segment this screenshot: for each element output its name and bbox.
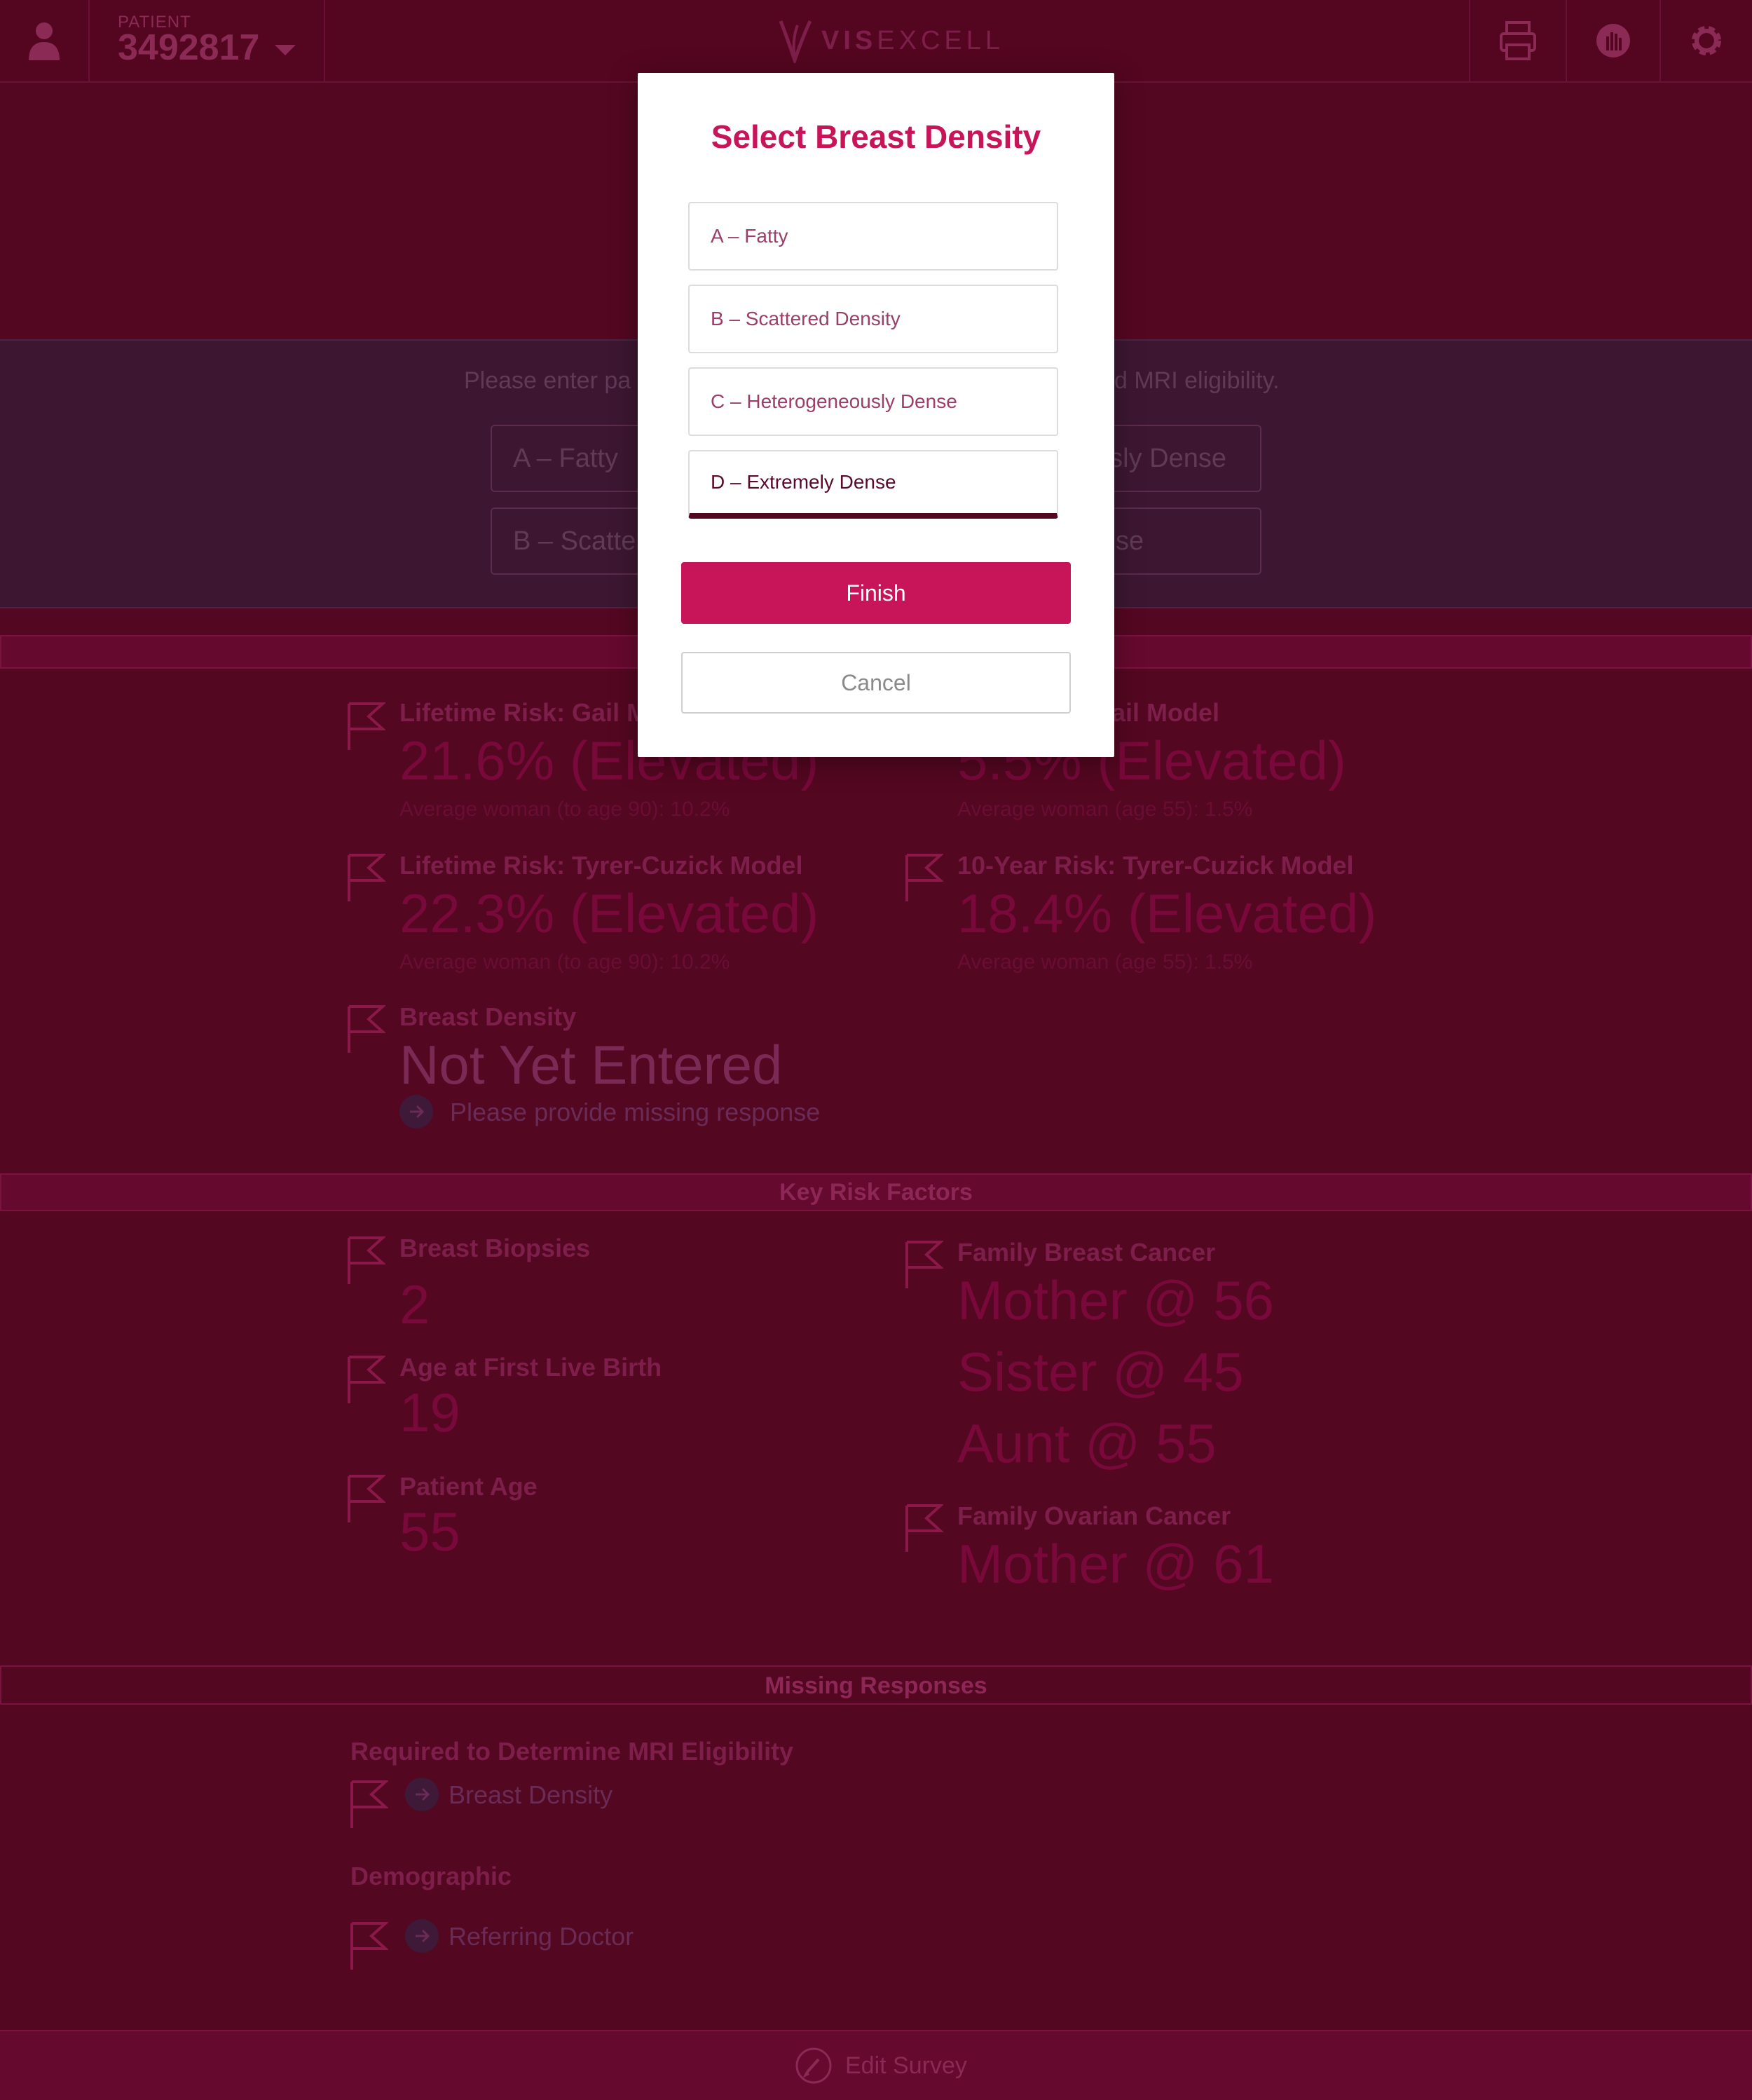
density-value: Not Yet Entered <box>399 1034 783 1096</box>
missing-title: Missing Responses <box>765 1672 987 1699</box>
risk-value: 22.3% (Elevated) <box>399 882 819 944</box>
flag-icon <box>350 1922 388 1970</box>
demographic-heading: Demographic <box>350 1862 512 1890</box>
risk-average: Average woman (age 55): 1.5% <box>957 950 1253 974</box>
density-label: Breast Density <box>399 1002 577 1031</box>
finish-button[interactable]: Finish <box>681 562 1071 624</box>
banner-instruction-tail: d MRI eligibility. <box>1114 367 1280 394</box>
arrow-icon[interactable] <box>399 1095 433 1129</box>
print-button[interactable] <box>1469 0 1566 81</box>
biopsies-value: 2 <box>399 1274 430 1335</box>
arrow-icon[interactable] <box>405 1778 439 1811</box>
chevron-down-icon[interactable] <box>275 45 296 55</box>
hand-icon <box>1596 24 1630 57</box>
density-option-a[interactable]: A – Fatty <box>688 202 1058 271</box>
risk-average: Average woman (age 55): 1.5% <box>957 798 1253 821</box>
risk-value: 18.4% (Elevated) <box>957 882 1377 944</box>
biopsies-label: Breast Biopsies <box>399 1234 591 1262</box>
arrow-icon[interactable] <box>405 1919 439 1953</box>
app-header: PATIENT 3492817 VISEXCELL <box>0 0 1752 83</box>
user-icon <box>29 22 60 60</box>
density-missing-link[interactable]: Please provide missing response <box>450 1098 820 1127</box>
cancel-button[interactable]: Cancel <box>681 652 1071 714</box>
logo-icon <box>779 20 812 63</box>
edit-survey-button[interactable]: Edit Survey <box>795 2047 967 2085</box>
density-option-d[interactable]: D – Extremely Dense <box>688 450 1058 519</box>
risk-label: ail Model <box>1111 698 1220 727</box>
density-modal: Select Breast Density A – Fatty B – Scat… <box>638 73 1114 757</box>
edit-survey-label: Edit Survey <box>845 2052 967 2079</box>
flag-icon <box>905 1504 943 1552</box>
banner-instruction: Please enter pa <box>464 367 631 394</box>
gear-icon <box>1692 26 1721 55</box>
patient-age-label: Patient Age <box>399 1472 538 1501</box>
risk-average: Average woman (to age 90): 10.2% <box>399 798 730 821</box>
app-logo: VISEXCELL <box>778 18 1004 63</box>
flag-icon <box>348 1356 385 1403</box>
help-button[interactable] <box>1566 0 1659 81</box>
demographic-item-link[interactable]: Referring Doctor <box>449 1922 634 1951</box>
risk-label: Lifetime Risk: Tyrer-Cuzick Model <box>399 851 803 880</box>
flag-icon <box>348 1475 385 1522</box>
patient-age-value: 55 <box>399 1501 460 1562</box>
density-option-b[interactable]: B – Scattered Density <box>688 285 1058 353</box>
family-breast-value: Mother @ 56 <box>957 1269 1275 1331</box>
required-heading: Required to Determine MRI Eligibility <box>350 1737 794 1766</box>
flag-icon <box>350 1780 388 1828</box>
family-breast-value: Sister @ 45 <box>957 1341 1244 1403</box>
print-icon <box>1500 21 1536 60</box>
first-birth-value: 19 <box>399 1382 460 1443</box>
flag-icon <box>348 854 385 901</box>
risk-label: 10-Year Risk: Tyrer-Cuzick Model <box>957 851 1354 880</box>
key-risk-title: Key Risk Factors <box>779 1179 973 1206</box>
required-item-link[interactable]: Breast Density <box>449 1780 612 1810</box>
density-option-c[interactable]: C – Heterogeneously Dense <box>688 367 1058 436</box>
patient-id[interactable]: 3492817 <box>118 27 259 69</box>
first-birth-label: Age at First Live Birth <box>399 1353 662 1382</box>
modal-title: Select Breast Density <box>711 118 1041 155</box>
risk-average: Average woman (to age 90): 10.2% <box>399 950 730 974</box>
flag-icon <box>348 1236 385 1284</box>
flag-icon <box>905 854 943 901</box>
flag-icon <box>348 1005 385 1053</box>
settings-button[interactable] <box>1659 0 1752 81</box>
pencil-icon <box>795 2047 832 2084</box>
family-ovarian-value: Mother @ 61 <box>957 1533 1275 1595</box>
user-button[interactable] <box>0 0 90 81</box>
family-breast-value: Aunt @ 55 <box>957 1412 1217 1474</box>
flag-icon <box>348 702 385 750</box>
flag-icon <box>905 1241 943 1288</box>
family-breast-label: Family Breast Cancer <box>957 1238 1216 1267</box>
family-ovarian-label: Family Ovarian Cancer <box>957 1501 1231 1530</box>
risk-label: Lifetime Risk: Gail M <box>399 698 648 727</box>
